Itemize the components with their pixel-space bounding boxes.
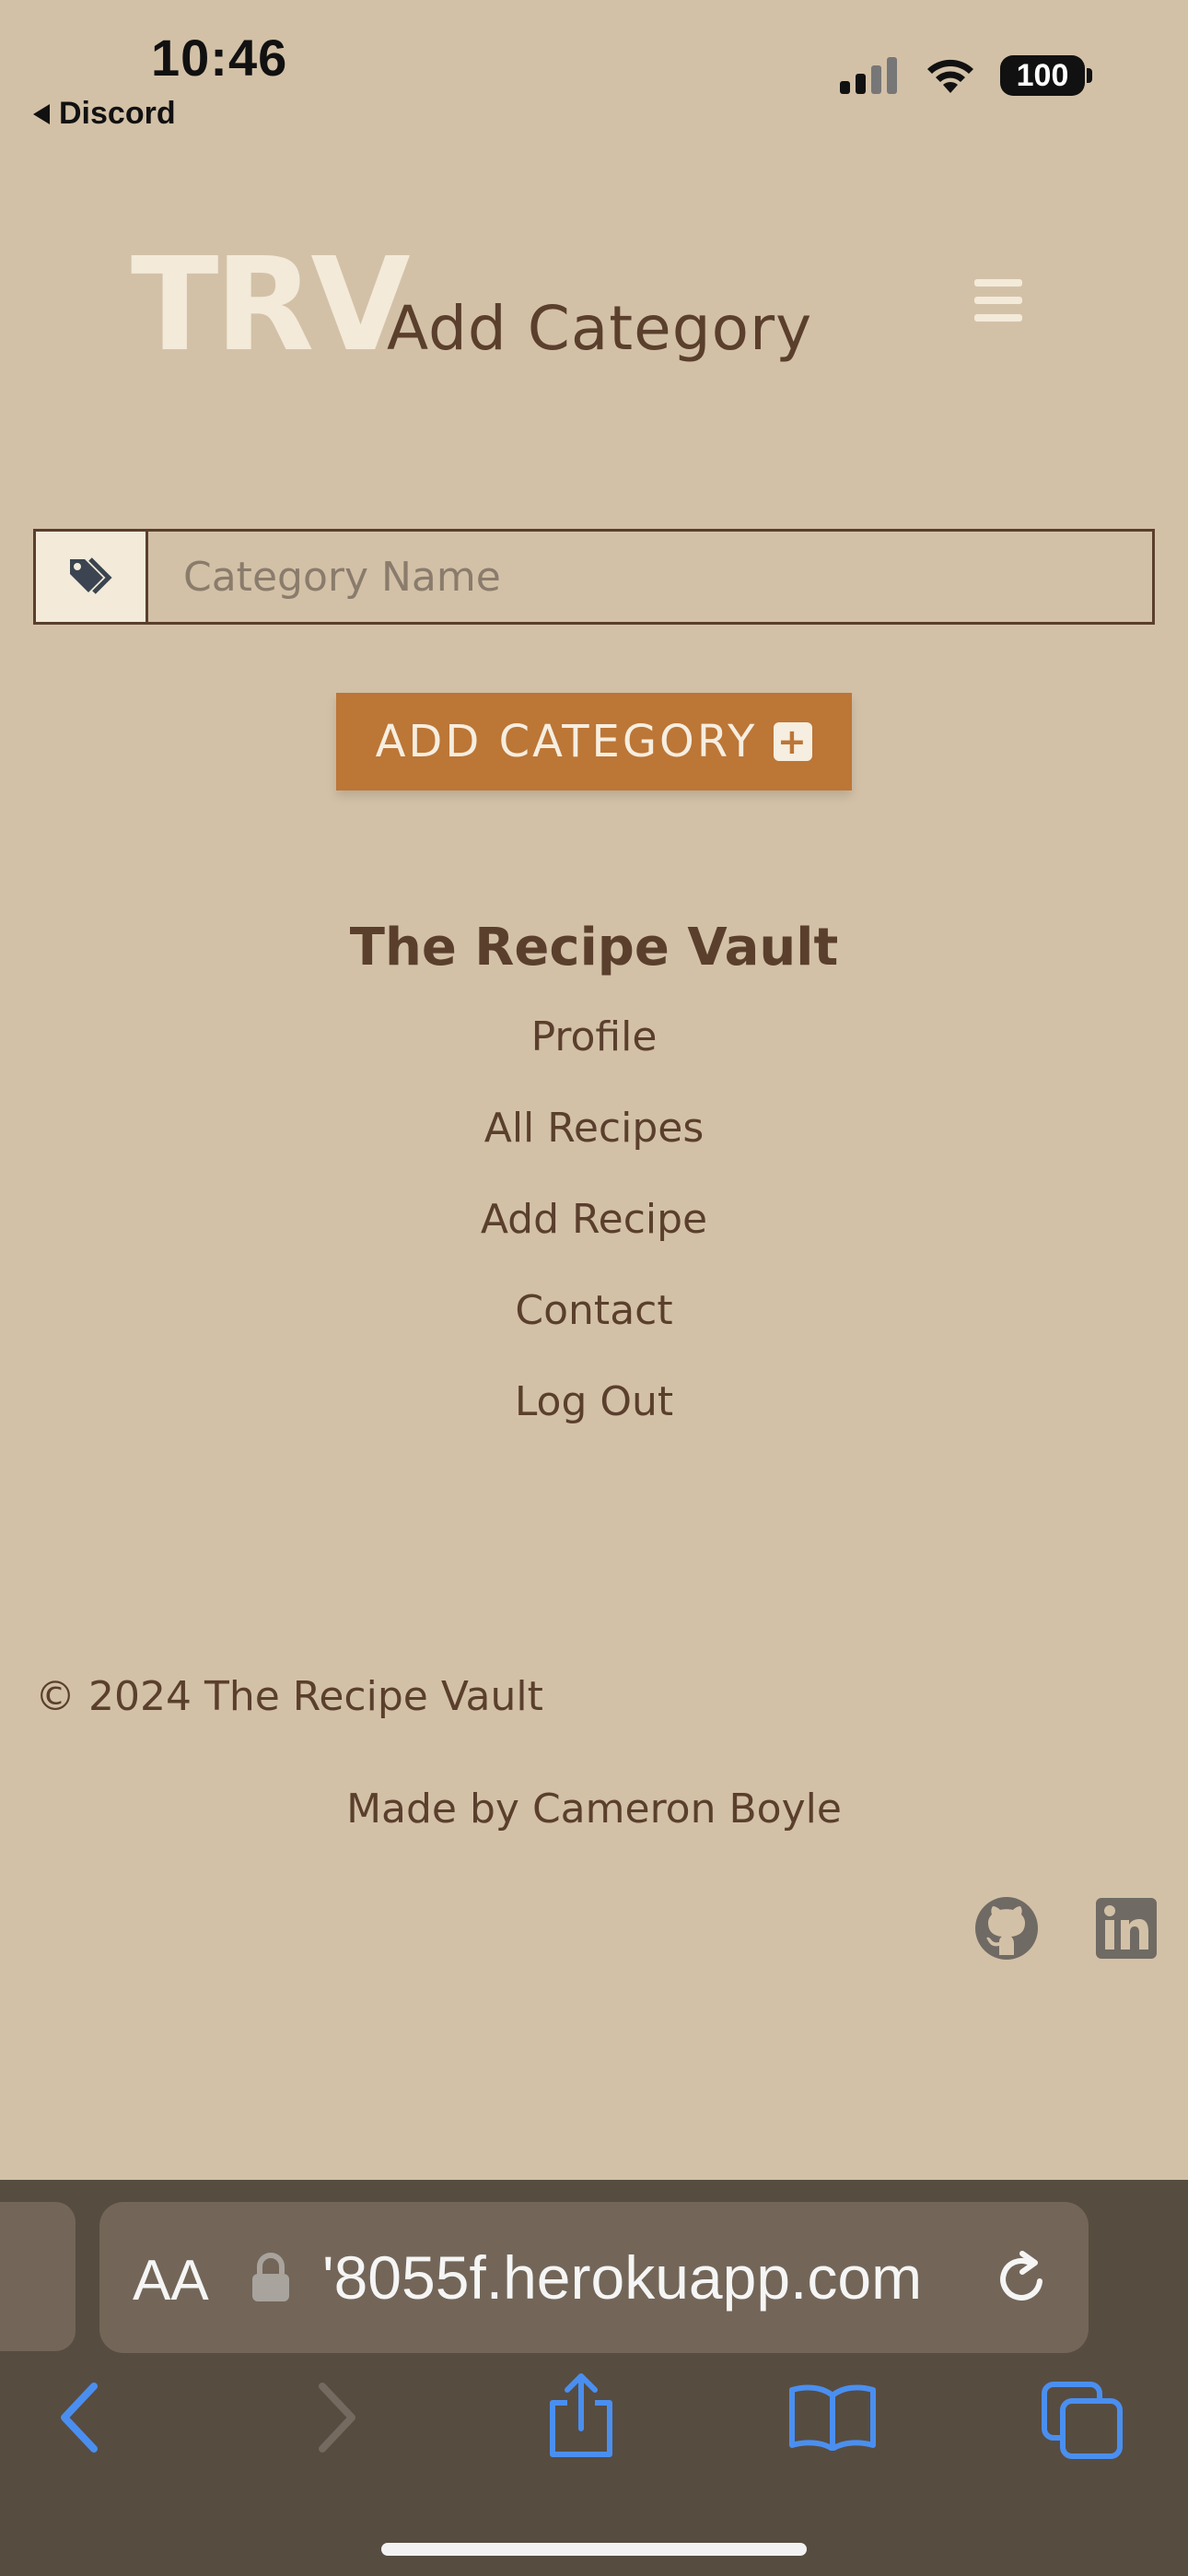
category-name-field-group (33, 529, 1155, 625)
plus-square-icon: + (774, 722, 813, 761)
footer-link-all-recipes[interactable]: All Recipes (484, 1105, 705, 1196)
lock-icon (252, 2253, 289, 2301)
status-time: 10:46 (151, 29, 288, 87)
site-logo[interactable]: TRV (131, 241, 411, 370)
forward-icon[interactable] (311, 2381, 361, 2454)
category-name-input[interactable] (148, 532, 1152, 622)
copyright-text: © 2024 The Recipe Vault (35, 1673, 543, 1720)
footer-nav: Profile All Recipes Add Recipe Contact L… (0, 1013, 1188, 1469)
reload-icon[interactable] (995, 2250, 1052, 2309)
add-category-label: ADD CATEGORY (375, 716, 758, 767)
footer-link-log-out[interactable]: Log Out (515, 1378, 673, 1469)
linkedin-icon[interactable] (1094, 1896, 1159, 1961)
add-category-button[interactable]: ADD CATEGORY + (336, 693, 852, 790)
footer-link-contact[interactable]: Contact (515, 1287, 672, 1378)
previous-tab-preview[interactable] (0, 2202, 76, 2351)
cellular-signal-icon (840, 57, 897, 94)
hamburger-menu-icon[interactable] (974, 279, 1022, 322)
page-title: Add Category (387, 293, 813, 364)
footer-link-profile[interactable]: Profile (531, 1013, 658, 1105)
tags-icon (36, 532, 148, 622)
footer-link-add-recipe[interactable]: Add Recipe (481, 1196, 707, 1287)
bookmarks-icon[interactable] (788, 2383, 877, 2451)
back-to-app-link[interactable]: Discord (33, 96, 176, 132)
back-app-label: Discord (59, 96, 176, 131)
home-indicator (381, 2543, 807, 2556)
made-by-text: Made by Cameron Boyle (346, 1786, 842, 1832)
status-indicators: 100 (840, 55, 1092, 96)
share-icon[interactable] (543, 2371, 619, 2460)
battery-indicator: 100 (1000, 55, 1092, 96)
github-icon[interactable] (974, 1896, 1039, 1961)
wifi-icon (927, 59, 973, 93)
back-triangle-icon (33, 103, 50, 124)
tabs-icon[interactable] (1041, 2381, 1124, 2460)
text-size-button[interactable]: AA (133, 2248, 209, 2313)
back-icon[interactable] (55, 2381, 105, 2454)
url-text[interactable]: '8055f.herokuapp.com (322, 2242, 922, 2313)
footer-site-title: The Recipe Vault (349, 918, 839, 978)
